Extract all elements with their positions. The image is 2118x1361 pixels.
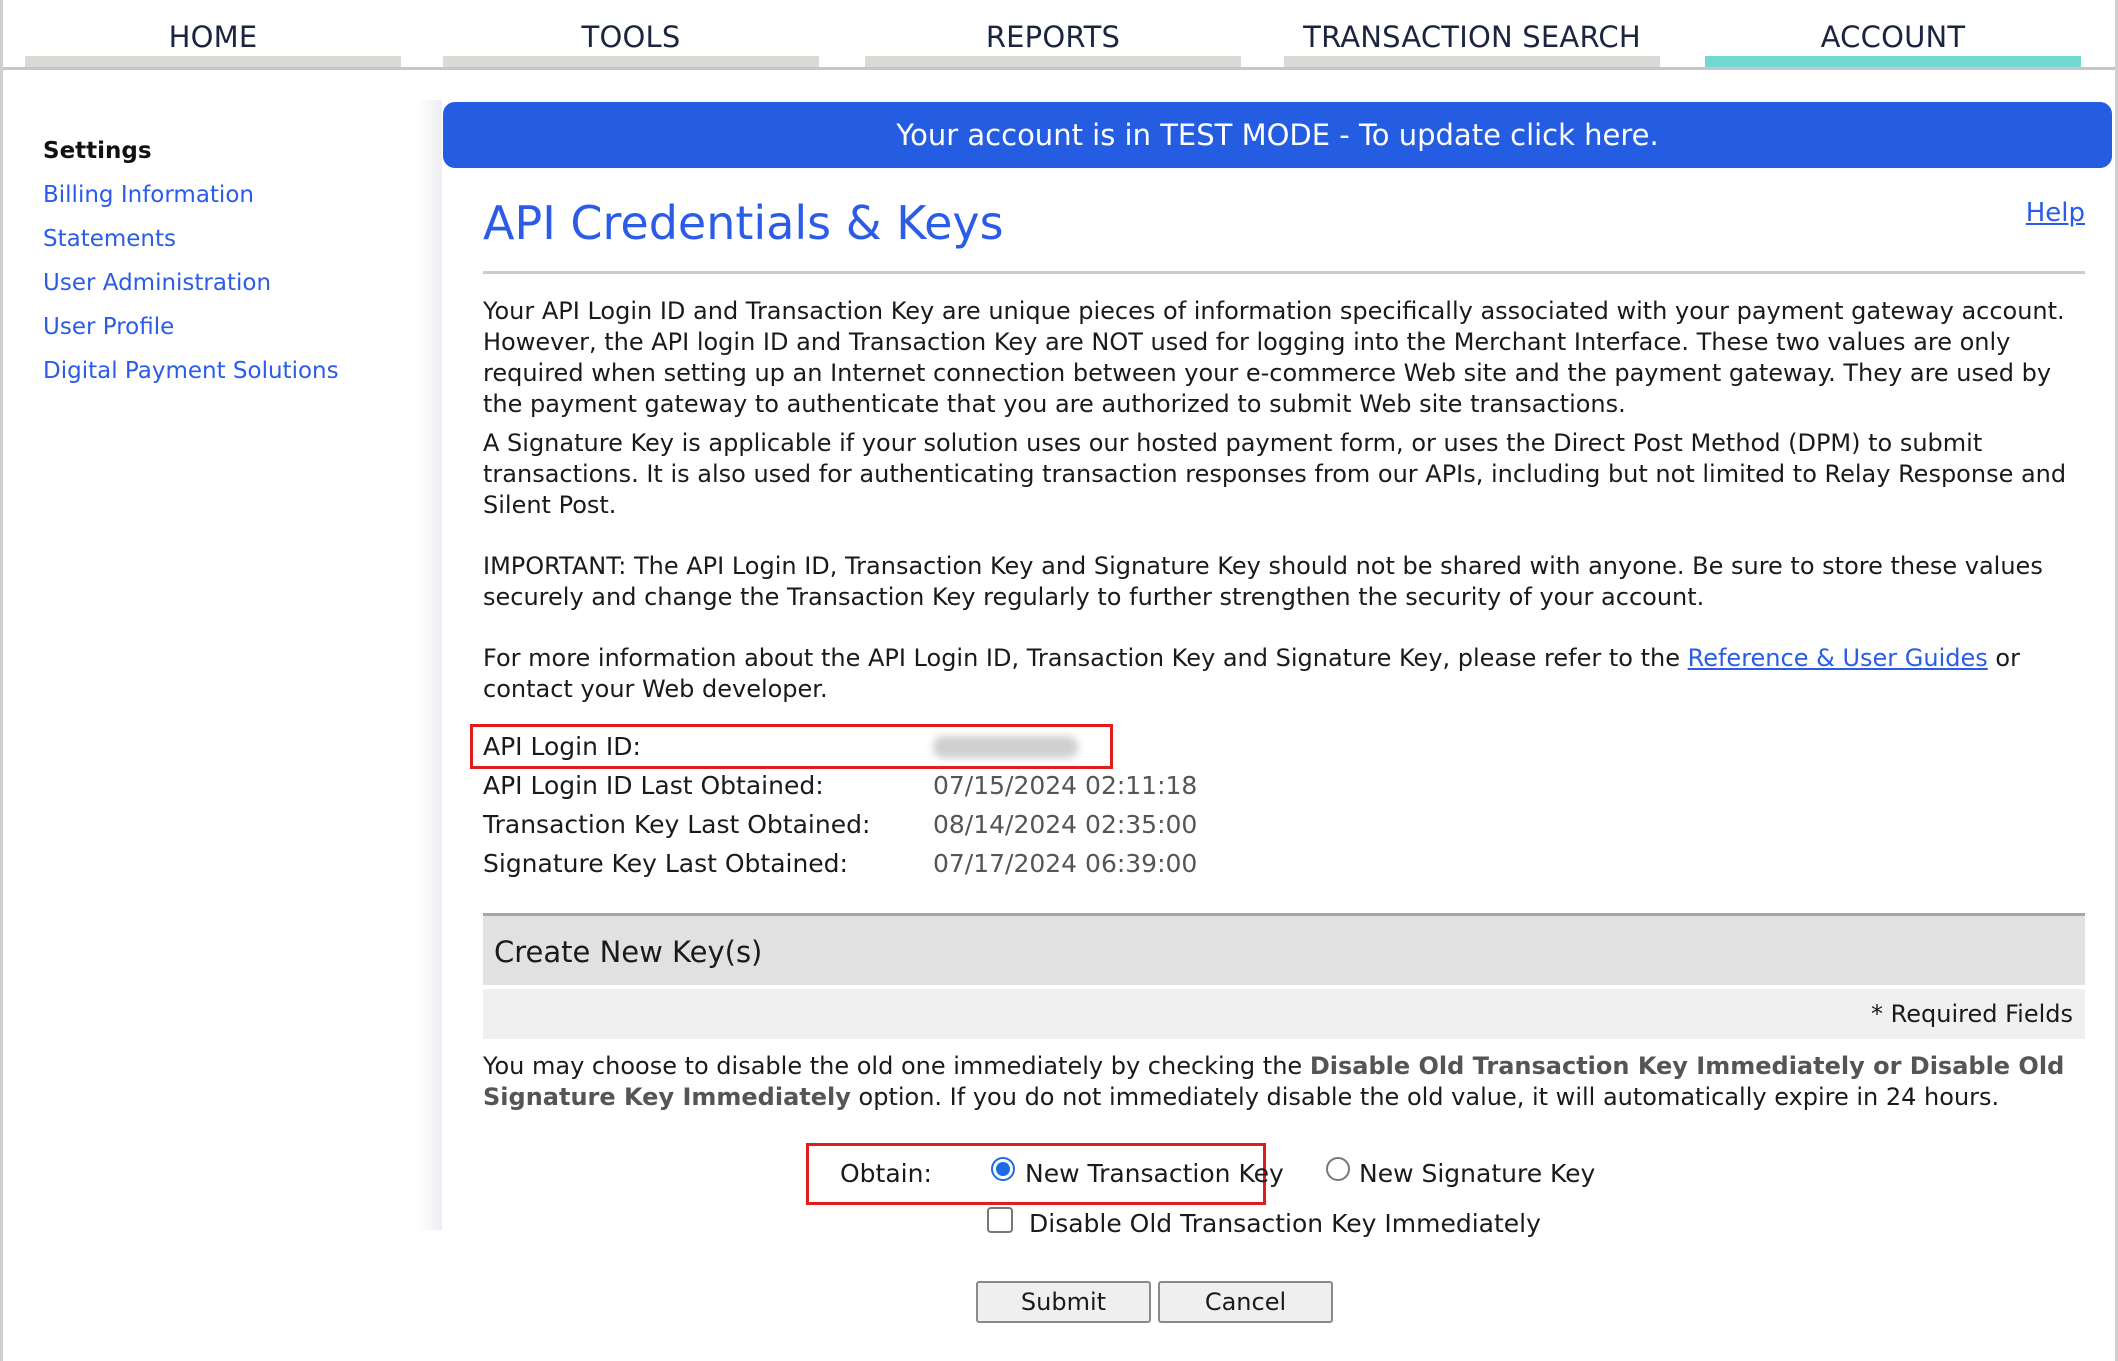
new-signature-key-label[interactable]: New Signature Key: [1359, 1159, 1595, 1188]
top-navigation: HOME TOOLS REPORTS TRANSACTION SEARCH AC…: [3, 0, 2115, 70]
credential-row: Signature Key Last Obtained: 07/17/2024 …: [483, 844, 2085, 883]
sidebar-item-digital-payment-solutions[interactable]: Digital Payment Solutions: [43, 358, 423, 385]
intro-paragraph: Your API Login ID and Transaction Key ar…: [483, 297, 2065, 418]
obtain-label: Obtain:: [840, 1159, 932, 1188]
tab-label: REPORTS: [985, 20, 1121, 54]
credential-value: 08/14/2024 02:35:00: [933, 810, 1198, 839]
tab-tools[interactable]: TOOLS: [443, 0, 819, 67]
tab-home[interactable]: HOME: [25, 0, 401, 67]
cancel-button[interactable]: Cancel: [1158, 1281, 1333, 1323]
credential-label: API Login ID Last Obtained:: [483, 771, 824, 800]
tab-label: HOME: [168, 20, 258, 54]
disable-info-text: You may choose to disable the old one im…: [483, 1052, 1310, 1080]
window-left-border: [0, 0, 3, 1361]
credential-label: API Login ID:: [483, 732, 641, 761]
new-transaction-key-radio[interactable]: [991, 1157, 1015, 1181]
required-fields-note: * Required Fields: [483, 989, 2085, 1039]
disable-info-paragraph: You may choose to disable the old one im…: [483, 1051, 2085, 1113]
signature-key-paragraph: A Signature Key is applicable if your so…: [483, 429, 2067, 519]
sidebar: Settings Billing Information Statements …: [43, 138, 423, 402]
api-login-id-value-redacted: [933, 736, 1078, 758]
sidebar-item-statements[interactable]: Statements: [43, 226, 423, 253]
tab-indicator: [443, 56, 819, 67]
credential-row: Transaction Key Last Obtained: 08/14/202…: [483, 805, 2085, 844]
sidebar-item-billing-information[interactable]: Billing Information: [43, 182, 423, 209]
more-info-text: For more information about the API Login…: [483, 644, 1688, 672]
credential-label: Signature Key Last Obtained:: [483, 849, 848, 878]
tab-reports[interactable]: REPORTS: [865, 0, 1241, 67]
submit-button[interactable]: Submit: [976, 1281, 1151, 1323]
reference-user-guides-link[interactable]: Reference & User Guides: [1688, 644, 1988, 672]
sidebar-item-user-profile[interactable]: User Profile: [43, 314, 423, 341]
main-content: Your account is in TEST MODE - To update…: [443, 102, 2115, 1343]
sidebar-item-user-administration[interactable]: User Administration: [43, 270, 423, 297]
api-login-id-row: API Login ID:: [470, 724, 1113, 769]
disable-old-transaction-key-checkbox[interactable]: [987, 1207, 1013, 1233]
tab-label: ACCOUNT: [1820, 20, 1966, 54]
more-info-paragraph: For more information about the API Login…: [483, 643, 2085, 705]
credential-row: API Login ID Last Obtained: 07/15/2024 0…: [483, 766, 2085, 805]
create-new-keys-heading: Create New Key(s): [483, 913, 2085, 985]
sidebar-divider-shadow: [418, 100, 442, 1230]
tab-indicator: [25, 56, 401, 67]
credentials-list: API Login ID: API Login ID Last Obtained…: [470, 724, 2085, 883]
tab-transaction-search[interactable]: TRANSACTION SEARCH: [1284, 0, 1660, 67]
credential-value: 07/17/2024 06:39:00: [933, 849, 1198, 878]
tab-account[interactable]: ACCOUNT: [1705, 0, 2081, 67]
important-paragraph: IMPORTANT: The API Login ID, Transaction…: [483, 552, 2043, 611]
credential-value: 07/15/2024 02:11:18: [933, 771, 1198, 800]
help-link[interactable]: Help: [2026, 198, 2085, 228]
new-signature-key-radio[interactable]: [1326, 1157, 1350, 1181]
page-title: API Credentials & Keys: [483, 196, 1004, 250]
sidebar-heading: Settings: [43, 138, 152, 164]
obtain-key-form: Obtain: New Transaction Key New Signatur…: [483, 1143, 2085, 1343]
disable-old-transaction-key-label[interactable]: Disable Old Transaction Key Immediately: [1029, 1209, 1541, 1238]
disable-info-text-end: option. If you do not immediately disabl…: [850, 1083, 2000, 1111]
tab-indicator-active: [1705, 56, 2081, 67]
tab-indicator: [865, 56, 1241, 67]
tab-indicator: [1284, 56, 1660, 67]
tab-label: TRANSACTION SEARCH: [1303, 20, 1641, 54]
tab-label: TOOLS: [581, 20, 681, 54]
new-transaction-key-label[interactable]: New Transaction Key: [1025, 1159, 1284, 1188]
credential-label: Transaction Key Last Obtained:: [483, 810, 871, 839]
page-header: API Credentials & Keys Help: [483, 102, 2085, 274]
